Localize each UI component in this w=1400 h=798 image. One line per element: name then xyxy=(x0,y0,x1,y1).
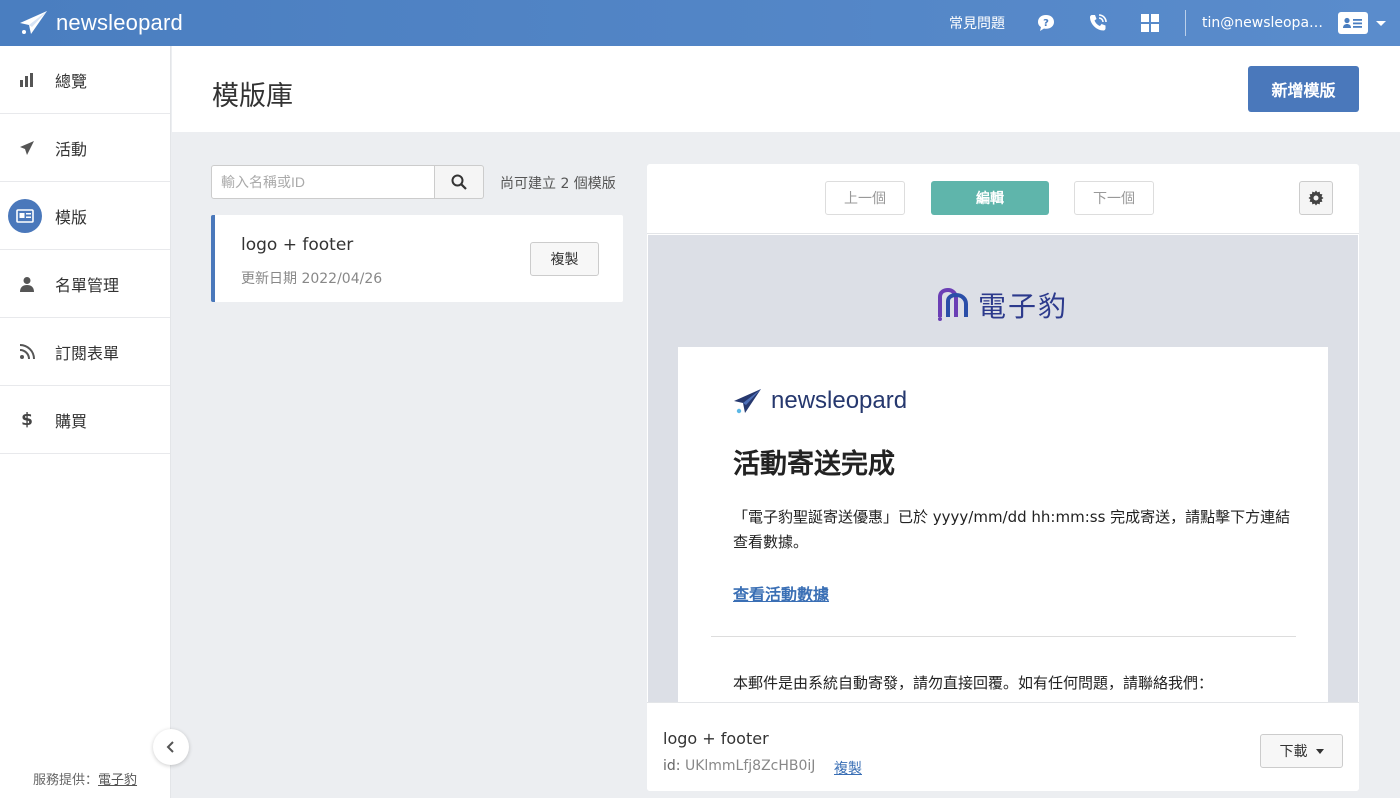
sidebar-item-label: 名單管理 xyxy=(55,275,120,295)
view-campaign-data-link[interactable]: 查看活動數據 xyxy=(733,581,829,605)
template-id-label: id: xyxy=(663,758,685,774)
preview-template-name: logo + footer xyxy=(663,729,769,748)
edit-button[interactable]: 編輯 xyxy=(931,181,1049,215)
template-id-value: UKlmmLfj8ZcHB0iJ xyxy=(684,758,816,774)
svg-text:?: ? xyxy=(1043,18,1049,29)
template-icon xyxy=(8,198,42,233)
email-brand-logo: newsleopard xyxy=(733,387,907,415)
sidebar-item-label: 模版 xyxy=(55,207,88,227)
paper-plane-logo-icon xyxy=(20,11,47,34)
add-template-button[interactable]: 新增模版 xyxy=(1248,66,1359,112)
user-menu-caret-icon[interactable] xyxy=(1376,20,1386,26)
user-card-icon[interactable] xyxy=(1338,12,1368,34)
faq-link[interactable]: 常見問題 xyxy=(949,13,1005,33)
email-preview: 電子豹 newsleopard 活動寄送完成 「電子豹聖誕寄送優惠」已於 yyy… xyxy=(648,235,1358,702)
paper-plane-icon xyxy=(16,137,38,159)
email-top-logo-text: 電子豹 xyxy=(978,290,1069,323)
sidebar-footer: 服務提供：電子豹 xyxy=(33,769,137,788)
sidebar-item-templates[interactable]: 模版 xyxy=(0,182,170,250)
template-updated-date: 更新日期 2022/04/26 xyxy=(241,271,383,287)
caret-down-icon xyxy=(1315,748,1324,754)
dollar-icon: $ xyxy=(21,409,33,430)
grid-icon[interactable] xyxy=(1139,12,1161,34)
preview-toolbar: 上一個 編輯 下一個 xyxy=(647,164,1359,234)
email-content-card: newsleopard 活動寄送完成 「電子豹聖誕寄送優惠」已於 yyyy/mm… xyxy=(678,347,1328,702)
template-list-item[interactable]: logo + footer 更新日期 2022/04/26 複製 xyxy=(211,215,623,302)
sidebar-item-forms[interactable]: 訂閱表單 xyxy=(0,318,170,386)
sidebar-item-purchase[interactable]: $ 購買 xyxy=(0,386,170,454)
footer-prefix: 服務提供： xyxy=(33,773,99,788)
sidebar-collapse-button[interactable] xyxy=(153,729,189,765)
sidebar-item-contacts[interactable]: 名單管理 xyxy=(0,250,170,318)
sidebar: 總覽 活動 模版 名單管理 訂閱表單 $ 購買 服務提供：電子豹 xyxy=(0,46,171,798)
email-top-logo: 電子豹 xyxy=(936,285,1068,325)
template-preview-panel: 上一個 編輯 下一個 電子豹 newsleopard 活動寄送完成 「電子豹聖誕… xyxy=(647,164,1359,791)
topbar-separator xyxy=(1185,10,1186,36)
chevron-left-icon xyxy=(166,741,174,753)
sidebar-item-overview[interactable]: 總覽 xyxy=(0,46,170,114)
page-title: 模版庫 xyxy=(212,81,293,112)
email-body-text: 「電子豹聖誕寄送優惠」已於 yyyy/mm/dd hh:mm:ss 完成寄送，請… xyxy=(733,508,1291,551)
email-heading: 活動寄送完成 xyxy=(733,449,895,480)
rss-icon xyxy=(16,341,38,363)
search-button[interactable] xyxy=(435,165,484,199)
copy-template-button[interactable]: 複製 xyxy=(530,242,599,276)
sidebar-item-label: 活動 xyxy=(55,139,88,159)
gear-icon xyxy=(1308,190,1324,206)
preview-footer: logo + footer id: UKlmmLfj8ZcHB0iJ 複製 下載 xyxy=(647,702,1359,791)
template-id: id: UKlmmLfj8ZcHB0iJ xyxy=(663,758,815,774)
search-icon xyxy=(451,174,467,190)
user-email[interactable]: tin@newsleopard.com xyxy=(1202,15,1326,31)
brand-logo[interactable]: newsleopard xyxy=(18,10,183,36)
top-bar: newsleopard 常見問題 ? tin@newsleopard.com xyxy=(0,0,1400,46)
email-footer-text: 本郵件是由系統自動寄發，請勿直接回覆。如有任何問題，請聯絡我們： xyxy=(733,674,1214,692)
page-header: 模版庫 新增模版 xyxy=(172,46,1400,132)
phone-icon[interactable] xyxy=(1087,12,1109,34)
bar-chart-icon xyxy=(16,69,38,91)
download-label: 下載 xyxy=(1279,744,1308,760)
paper-plane-logo-icon xyxy=(734,389,761,414)
template-quota-hint: 尚可建立 2 個模版 xyxy=(500,176,616,192)
email-brand-name: newsleopard xyxy=(771,387,908,414)
settings-button[interactable] xyxy=(1299,181,1333,215)
newsleopard-n-logo-icon xyxy=(938,287,968,321)
download-dropdown-button[interactable]: 下載 xyxy=(1260,734,1343,768)
question-icon[interactable]: ? xyxy=(1035,12,1057,34)
user-icon xyxy=(16,273,38,295)
next-button[interactable]: 下一個 xyxy=(1074,181,1154,215)
search-bar xyxy=(211,165,484,199)
brand-name: newsleopard xyxy=(56,10,183,35)
email-divider xyxy=(711,636,1296,637)
copy-id-link[interactable]: 複製 xyxy=(834,758,862,778)
sidebar-item-label: 總覽 xyxy=(55,71,88,91)
sidebar-item-label: 購買 xyxy=(55,411,88,431)
footer-provider-link[interactable]: 電子豹 xyxy=(98,773,137,788)
sidebar-item-label: 訂閱表單 xyxy=(55,343,120,363)
template-name: logo + footer xyxy=(241,235,354,255)
sidebar-item-campaigns[interactable]: 活動 xyxy=(0,114,170,182)
previous-button[interactable]: 上一個 xyxy=(825,181,905,215)
search-input[interactable] xyxy=(211,165,435,199)
